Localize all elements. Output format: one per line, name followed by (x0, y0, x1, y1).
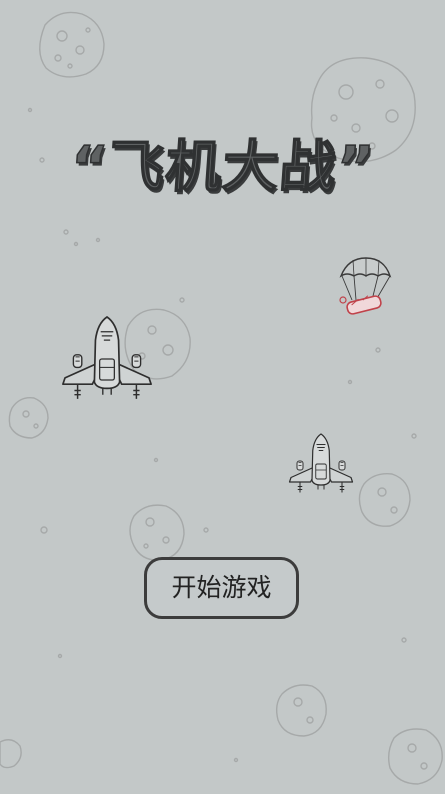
fighter-plane-left[interactable] (62, 316, 152, 400)
game-start-screen: “飞机大战” 开始游戏 (0, 0, 445, 794)
fighter-plane-right[interactable] (288, 433, 354, 494)
planes-layer (62, 316, 354, 494)
start-game-button[interactable]: 开始游戏 (144, 557, 299, 619)
